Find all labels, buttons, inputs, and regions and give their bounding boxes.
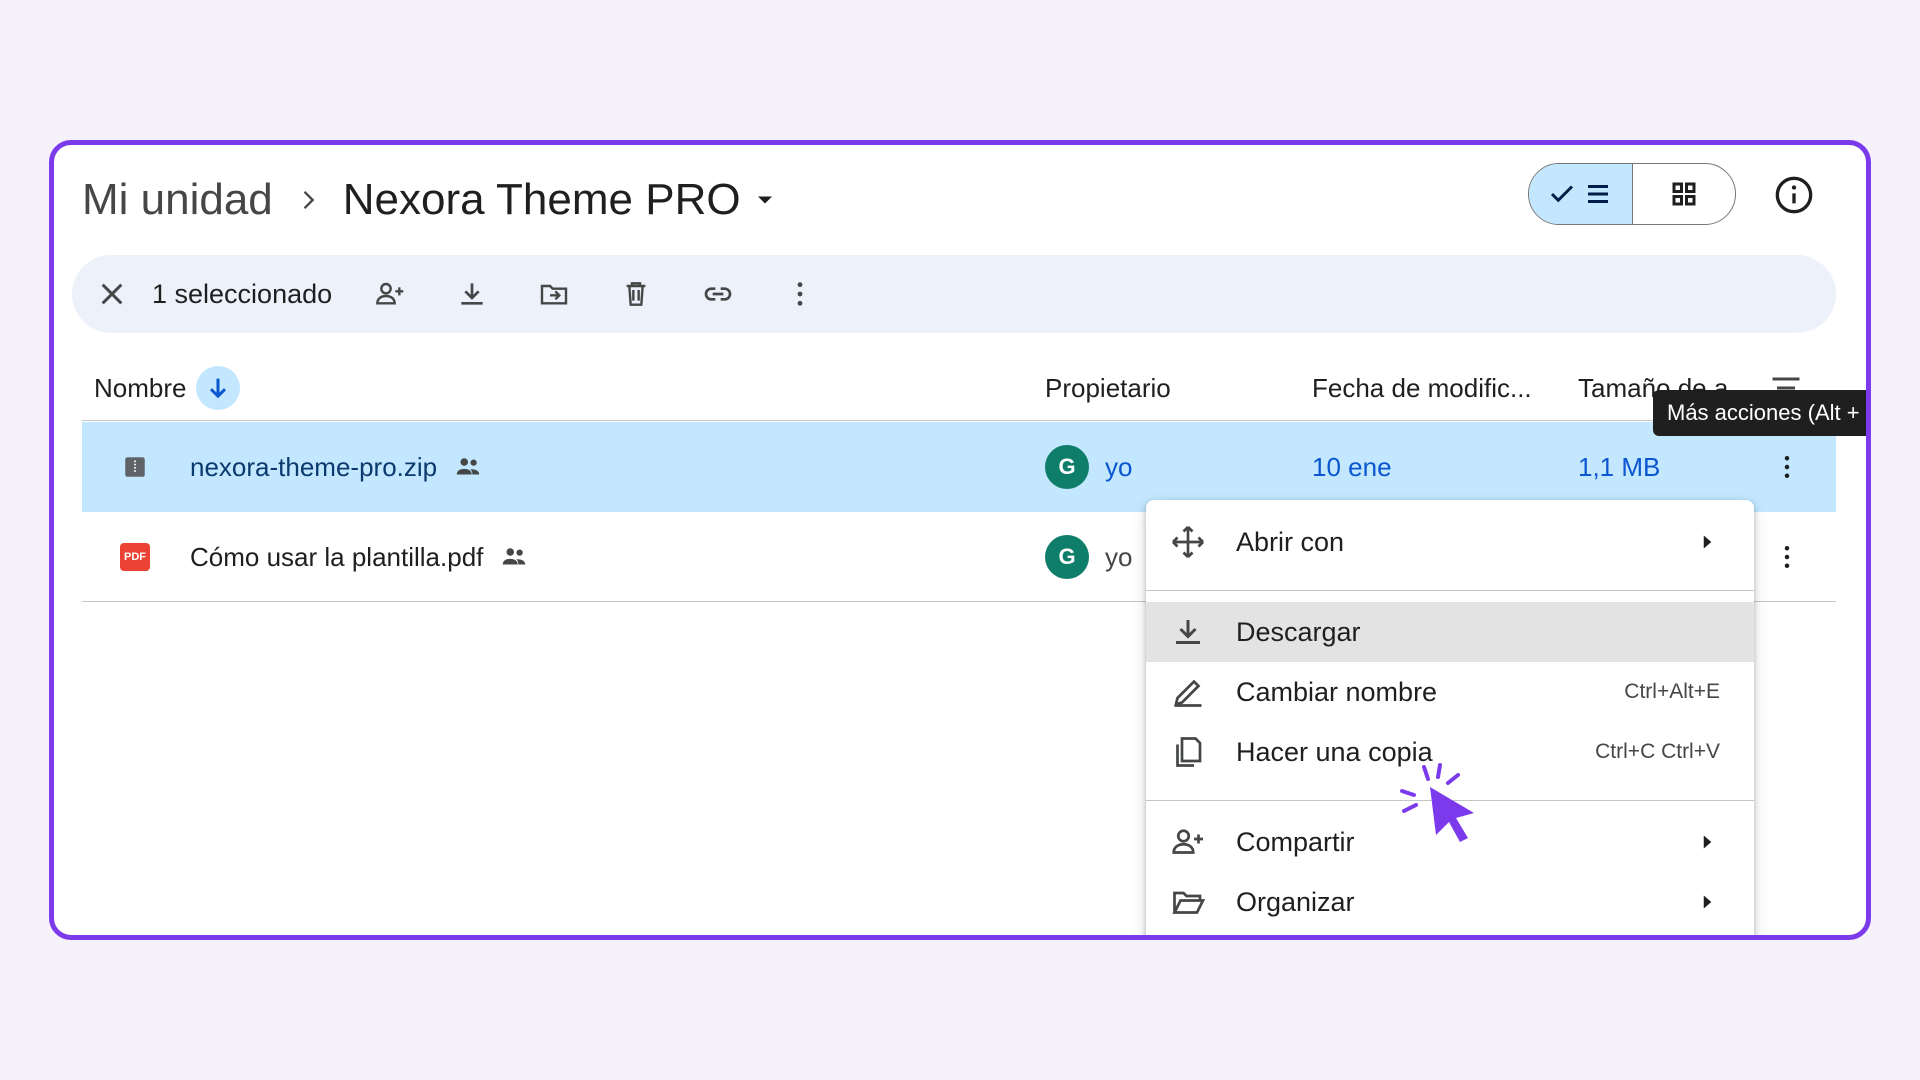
more-vert-icon[interactable] bbox=[1772, 512, 1802, 602]
submenu-arrow-icon bbox=[1703, 835, 1712, 849]
menu-item-label: Abrir con bbox=[1236, 526, 1345, 557]
file-list-header: Nombre Propietario Fecha de modific... T… bbox=[82, 355, 1836, 421]
grid-view-button[interactable] bbox=[1633, 164, 1736, 224]
caret-down-icon bbox=[757, 196, 772, 204]
submenu-arrow-icon bbox=[1703, 895, 1712, 909]
list-icon bbox=[1588, 185, 1609, 203]
view-toggle bbox=[1528, 163, 1736, 225]
close-icon[interactable] bbox=[94, 276, 130, 312]
cursor-click-icon bbox=[1400, 763, 1474, 842]
sort-arrow-down-icon[interactable] bbox=[196, 366, 241, 410]
file-name-cell: nexora-theme-pro.zip bbox=[190, 422, 483, 512]
selection-action-bar: 1 seleccionado bbox=[72, 255, 1836, 333]
shared-people-icon bbox=[503, 548, 526, 565]
move-to-folder-icon[interactable] bbox=[536, 276, 572, 312]
trash-icon[interactable] bbox=[618, 276, 654, 312]
owner-name: yo bbox=[1105, 451, 1133, 482]
list-view-button[interactable] bbox=[1529, 164, 1633, 224]
file-name[interactable]: Cómo usar la plantilla.pdf bbox=[190, 542, 483, 573]
breadcrumb-current-label: Nexora Theme PRO bbox=[342, 175, 741, 224]
breadcrumb-root[interactable]: Mi unidad bbox=[82, 175, 273, 225]
menu-item-label: Compartir bbox=[1236, 826, 1355, 857]
column-modified[interactable]: Fecha de modific... bbox=[1312, 355, 1532, 421]
table-row[interactable]: nexora-theme-pro.zip G yo 10 ene 1,1 MB bbox=[82, 422, 1836, 512]
selected-count: 1 seleccionado bbox=[152, 278, 333, 309]
download-icon bbox=[1176, 620, 1200, 644]
grid-icon bbox=[1672, 182, 1696, 206]
pencil-icon bbox=[1174, 679, 1202, 707]
menu-divider bbox=[1146, 590, 1754, 591]
more-vert-icon[interactable] bbox=[782, 276, 818, 312]
menu-item-label: Organizar bbox=[1236, 886, 1355, 917]
chevron-right-icon bbox=[273, 186, 343, 214]
menu-item-organize[interactable]: Organizar bbox=[1146, 872, 1754, 932]
info-icon[interactable] bbox=[1774, 175, 1814, 215]
menu-item-label: Cambiar nombre bbox=[1236, 676, 1438, 707]
check-icon bbox=[1551, 185, 1574, 203]
pdf-file-icon: PDF bbox=[120, 512, 150, 602]
modified-cell: 10 ene bbox=[1312, 451, 1392, 482]
owner-name: yo bbox=[1105, 541, 1133, 572]
owner-cell: G yo bbox=[1045, 422, 1132, 512]
column-owner[interactable]: Propietario bbox=[1045, 355, 1171, 421]
menu-item-shortcut: Ctrl+Alt+E bbox=[1624, 680, 1720, 703]
file-name[interactable]: nexora-theme-pro.zip bbox=[190, 452, 437, 483]
menu-item-shortcut: Ctrl+C Ctrl+V bbox=[1595, 740, 1720, 763]
more-actions-tooltip: Más acciones (Alt + bbox=[1653, 390, 1866, 436]
link-icon[interactable] bbox=[700, 276, 736, 312]
copy-icon bbox=[1176, 737, 1202, 767]
folder-open-icon bbox=[1172, 891, 1206, 914]
size-cell: 1,1 MB bbox=[1578, 451, 1661, 482]
add-person-icon bbox=[1172, 829, 1203, 854]
menu-item-rename[interactable]: Cambiar nombre Ctrl+Alt+E bbox=[1146, 662, 1754, 722]
avatar: G bbox=[1045, 535, 1089, 579]
menu-item-download[interactable]: Descargar bbox=[1146, 602, 1754, 662]
avatar: G bbox=[1045, 445, 1089, 489]
move-arrows-icon bbox=[1172, 526, 1204, 558]
breadcrumb-current-folder[interactable]: Nexora Theme PRO bbox=[343, 175, 779, 225]
pdf-badge: PDF bbox=[120, 543, 150, 571]
column-name-label: Nombre bbox=[94, 372, 187, 403]
zip-file-icon bbox=[122, 422, 148, 512]
file-name-cell: Cómo usar la plantilla.pdf bbox=[190, 512, 529, 602]
owner-cell: G yo bbox=[1045, 512, 1132, 602]
menu-item-open-with[interactable]: Abrir con bbox=[1146, 512, 1754, 572]
shared-people-icon bbox=[456, 458, 480, 475]
download-icon[interactable] bbox=[454, 276, 490, 312]
drive-window: Mi unidad Nexora Theme PRO 1 seleccionad… bbox=[49, 140, 1871, 940]
add-person-icon[interactable] bbox=[372, 276, 408, 312]
column-name[interactable]: Nombre bbox=[94, 355, 241, 421]
context-menu: Abrir con Descargar Cambiar nombre Ctrl+… bbox=[1146, 500, 1754, 935]
menu-item-label: Descargar bbox=[1236, 616, 1361, 647]
submenu-arrow-icon bbox=[1703, 535, 1712, 549]
